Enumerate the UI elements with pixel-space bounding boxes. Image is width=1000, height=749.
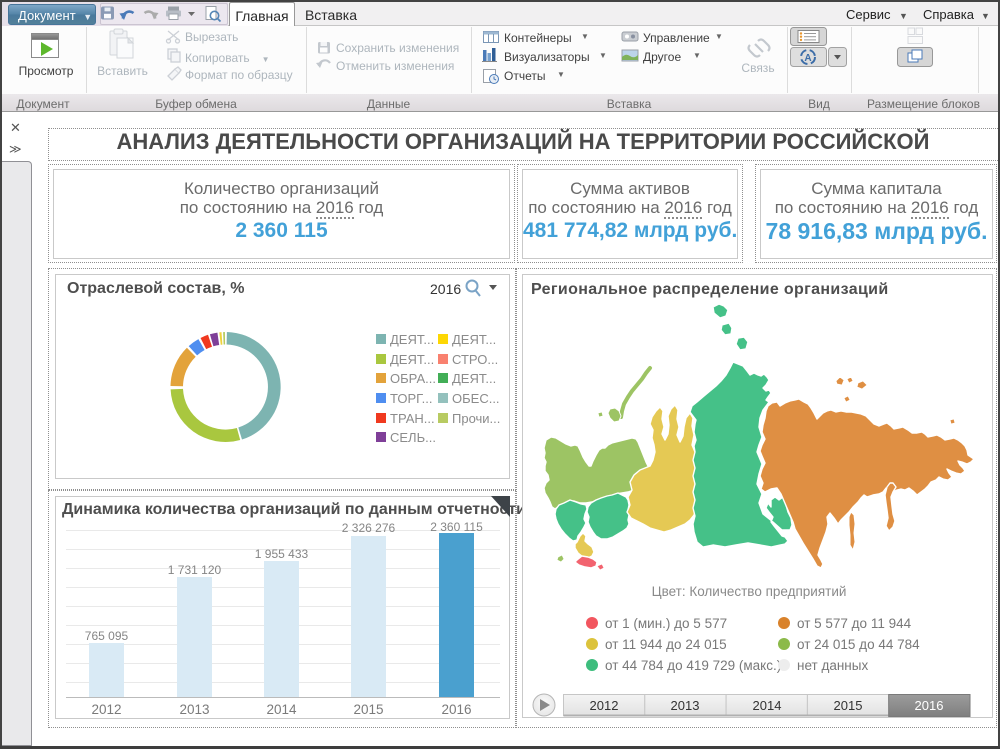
svg-text:от 1 (мин.) до 5 577: от 1 (мин.) до 5 577 xyxy=(605,616,727,631)
svg-text:A: A xyxy=(804,53,811,64)
svg-text:Цвет: Количество предприятий: Цвет: Количество предприятий xyxy=(652,584,847,599)
svg-text:2 360 115: 2 360 115 xyxy=(430,520,483,534)
svg-text:ОБЕС...: ОБЕС... xyxy=(452,391,500,406)
svg-text:2013: 2013 xyxy=(179,702,209,717)
svg-text:2016: 2016 xyxy=(915,698,944,713)
svg-text:2015: 2015 xyxy=(353,702,383,717)
svg-text:2014: 2014 xyxy=(266,702,297,717)
svg-text:от 44 784 до 419 729 (макс.): от 44 784 до 419 729 (макс.) xyxy=(605,658,781,673)
svg-text:СТРО...: СТРО... xyxy=(452,352,498,367)
svg-text:2015: 2015 xyxy=(834,698,863,713)
svg-text:765 095: 765 095 xyxy=(85,629,129,643)
svg-text:ДЕЯТ...: ДЕЯТ... xyxy=(390,332,434,347)
svg-text:ДЕЯТ...: ДЕЯТ... xyxy=(452,332,496,347)
svg-text:от 24 015 до 44 784: от 24 015 до 44 784 xyxy=(797,637,920,652)
svg-text:2014: 2014 xyxy=(753,698,782,713)
svg-text:ОБРА...: ОБРА... xyxy=(390,371,436,386)
svg-text:ДЕЯТ...: ДЕЯТ... xyxy=(390,352,434,367)
svg-text:2016: 2016 xyxy=(441,702,471,717)
svg-text:2013: 2013 xyxy=(671,698,700,713)
svg-text:ТРАН...: ТРАН... xyxy=(390,411,435,426)
svg-text:2012: 2012 xyxy=(590,698,619,713)
svg-text:нет данных: нет данных xyxy=(797,658,868,673)
svg-text:2012: 2012 xyxy=(91,702,121,717)
svg-text:2 326 276: 2 326 276 xyxy=(342,521,396,535)
svg-text:1 955 433: 1 955 433 xyxy=(255,547,309,561)
svg-text:Прочи...: Прочи... xyxy=(452,411,500,426)
svg-text:ТОРГ...: ТОРГ... xyxy=(390,391,432,406)
svg-text:СЕЛЬ...: СЕЛЬ... xyxy=(390,430,436,445)
svg-text:от 11 944 до 24 015: от 11 944 до 24 015 xyxy=(605,637,727,652)
svg-text:ДЕЯТ...: ДЕЯТ... xyxy=(452,371,496,386)
svg-text:от 5 577 до 11 944: от 5 577 до 11 944 xyxy=(797,616,912,631)
svg-text:1 731 120: 1 731 120 xyxy=(168,563,222,577)
